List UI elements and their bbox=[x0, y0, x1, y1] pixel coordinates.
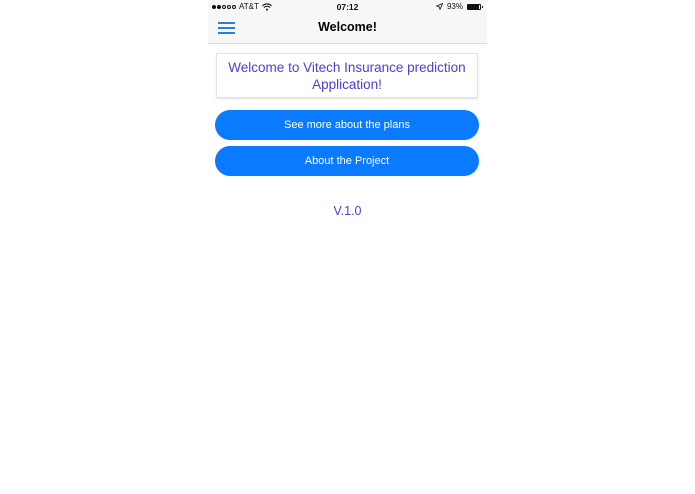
version-label: V.1.0 bbox=[333, 204, 362, 218]
battery-fill bbox=[468, 4, 480, 9]
welcome-message: Welcome to Vitech Insurance prediction A… bbox=[216, 53, 478, 98]
battery-icon bbox=[467, 3, 483, 10]
battery-percentage: 93% bbox=[446, 2, 463, 11]
location-arrow-icon bbox=[435, 3, 443, 10]
see-plans-button[interactable]: See more about the plans bbox=[215, 110, 479, 140]
navigation-bar: Welcome! bbox=[208, 13, 487, 44]
about-project-button[interactable]: About the Project bbox=[215, 146, 479, 176]
app-screen: AT&T 07:12 93% Welcome! Welcome to Vitec… bbox=[208, 0, 487, 494]
status-right: 93% bbox=[435, 2, 483, 11]
page-title: Welcome! bbox=[318, 20, 377, 34]
status-bar: AT&T 07:12 93% bbox=[208, 0, 487, 13]
